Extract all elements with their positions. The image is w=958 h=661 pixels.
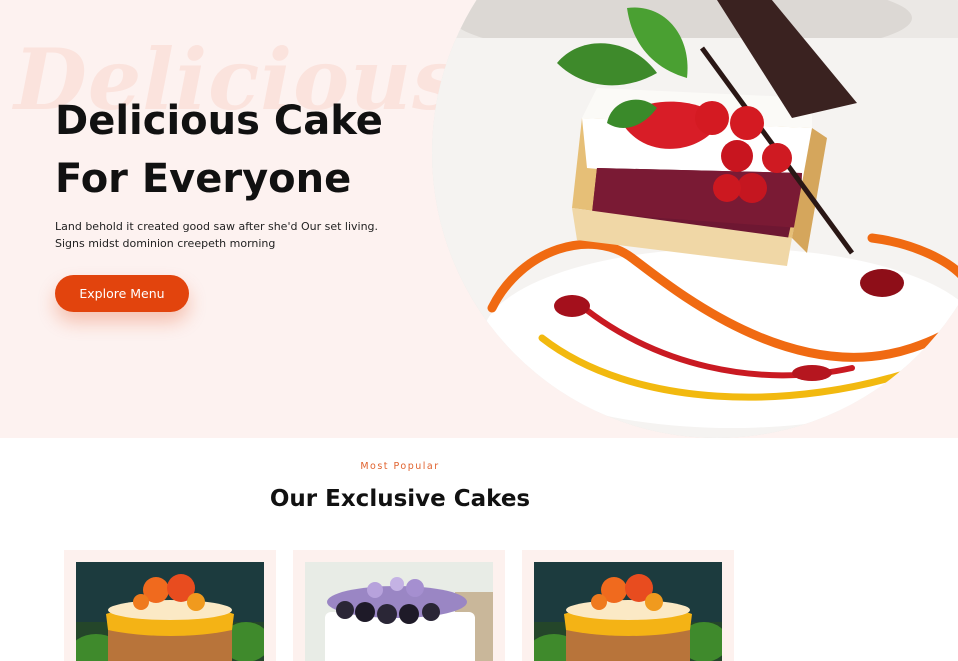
hero-title: Delicious Cake For Everyone — [55, 98, 383, 202]
cake-slice-illustration — [432, 0, 958, 438]
hero-section: Delicious Delicious Cake For Everyone La… — [0, 0, 958, 438]
section-kicker: Most Popular — [360, 461, 440, 472]
cake-card[interactable] — [293, 550, 505, 661]
cake-card[interactable] — [522, 550, 734, 661]
orange-fruit-cake-photo — [76, 562, 264, 661]
orange-fruit-cake-photo — [534, 562, 722, 661]
hero-subtitle: Land behold it created good saw after sh… — [55, 220, 379, 250]
cake-card[interactable] — [64, 550, 276, 661]
section-title: Our Exclusive Cakes — [269, 486, 531, 512]
blackberry-lavender-cake-photo — [305, 562, 493, 661]
explore-menu-button[interactable]: Explore Menu — [55, 275, 189, 312]
hero-cake-photo — [432, 0, 958, 438]
